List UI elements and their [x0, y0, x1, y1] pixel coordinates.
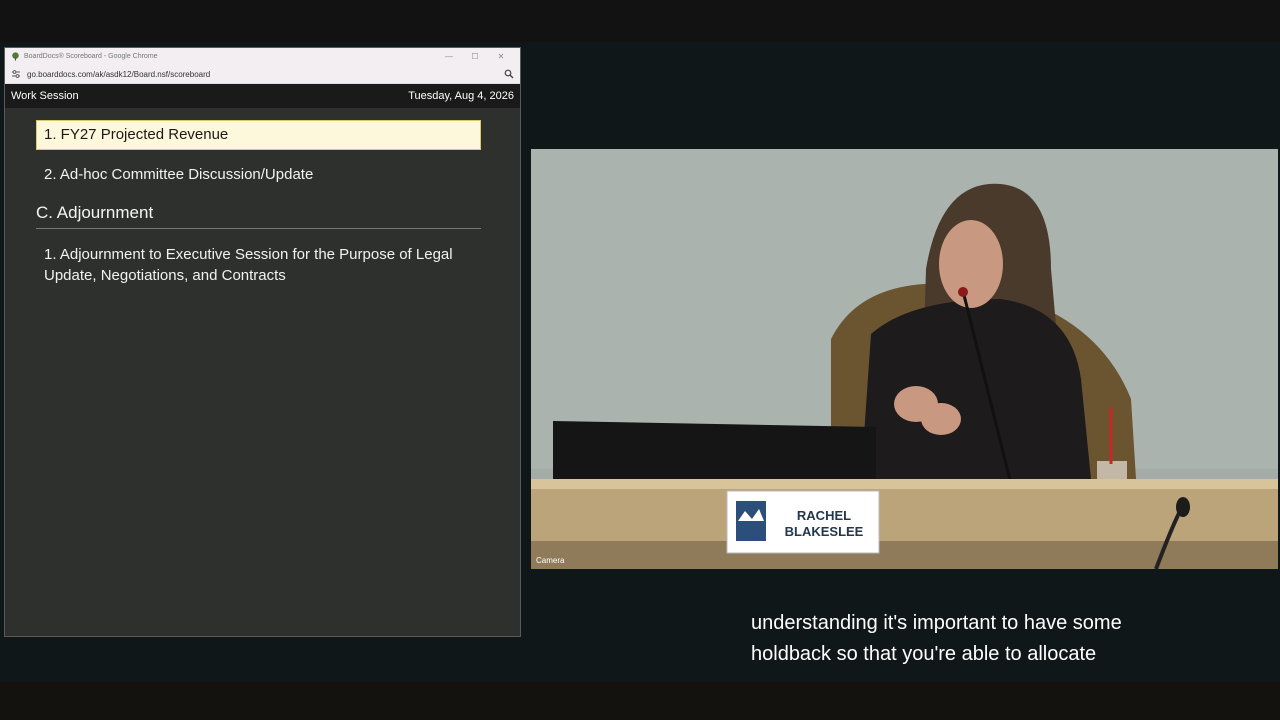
- agenda-item[interactable]: 1. Adjournment to Executive Session for …: [36, 244, 481, 286]
- monitor: [553, 421, 876, 479]
- meeting-date: Tuesday, Aug 4, 2026: [408, 90, 514, 102]
- minimize-button[interactable]: —: [436, 52, 462, 61]
- window-title: BoardDocs® Scoreboard - Google Chrome: [24, 53, 158, 60]
- zoom-icon[interactable]: [504, 69, 514, 79]
- video-frame: RACHEL BLAKESLEE: [531, 149, 1278, 569]
- boarddocs-tree-icon: [12, 52, 19, 61]
- bottom-background: [0, 682, 1280, 720]
- agenda-item-active[interactable]: 1. FY27 Projected Revenue: [36, 120, 481, 150]
- camera-video: RACHEL BLAKESLEE: [531, 149, 1278, 569]
- url-text[interactable]: go.boarddocs.com/ak/asdk12/Board.nsf/sco…: [27, 70, 504, 79]
- address-bar[interactable]: go.boarddocs.com/ak/asdk12/Board.nsf/sco…: [5, 65, 520, 84]
- nameplate-line2: BLAKESLEE: [785, 524, 864, 539]
- agenda-section-header: C. Adjournment: [36, 203, 481, 229]
- nameplate-line1: RACHEL: [797, 508, 851, 523]
- caption-line: holdback so that you're able to allocate: [751, 643, 1097, 665]
- torso: [861, 299, 1091, 479]
- agenda-item[interactable]: 2. Ad-hoc Committee Discussion/Update: [36, 166, 481, 183]
- meeting-header: Work Session Tuesday, Aug 4, 2026: [5, 84, 520, 108]
- hand: [921, 403, 961, 435]
- session-title: Work Session: [11, 90, 79, 102]
- browser-window: BoardDocs® Scoreboard - Google Chrome — …: [4, 47, 521, 637]
- face: [939, 220, 1003, 308]
- site-settings-icon[interactable]: [11, 69, 21, 79]
- maximize-button[interactable]: ☐: [462, 52, 488, 61]
- browser-titlebar: BoardDocs® Scoreboard - Google Chrome — …: [5, 48, 520, 65]
- camera-label: Camera: [536, 556, 565, 565]
- caption-line: understanding it's important to have som…: [751, 612, 1122, 634]
- closed-caption: understanding it's important to have som…: [751, 608, 1221, 670]
- top-background: [0, 0, 1280, 42]
- close-button[interactable]: ✕: [488, 52, 514, 61]
